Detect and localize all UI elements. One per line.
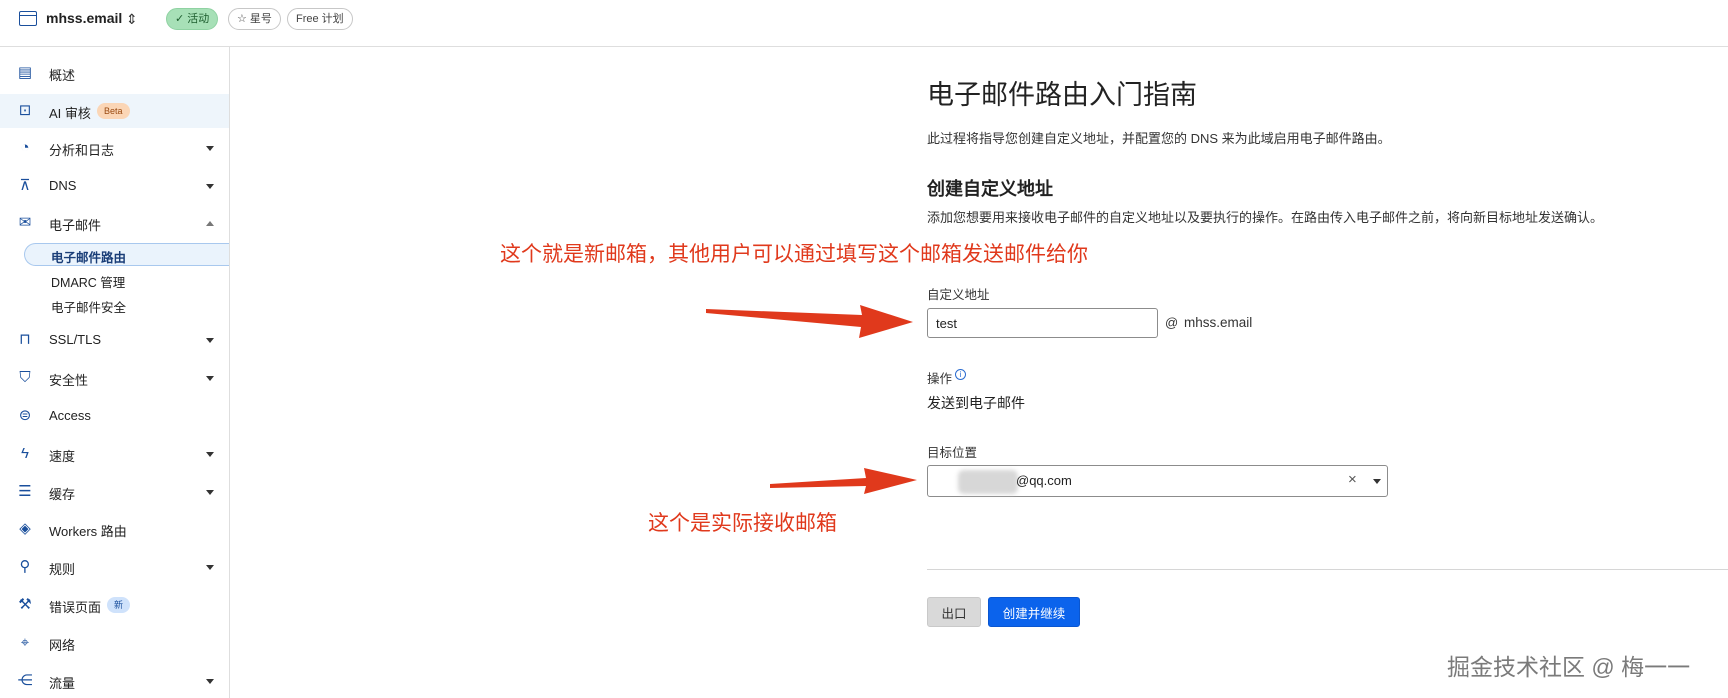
arrow-to-custom-address — [706, 305, 913, 338]
annotation-arrows — [706, 305, 917, 494]
arrow-to-destination — [770, 468, 917, 494]
